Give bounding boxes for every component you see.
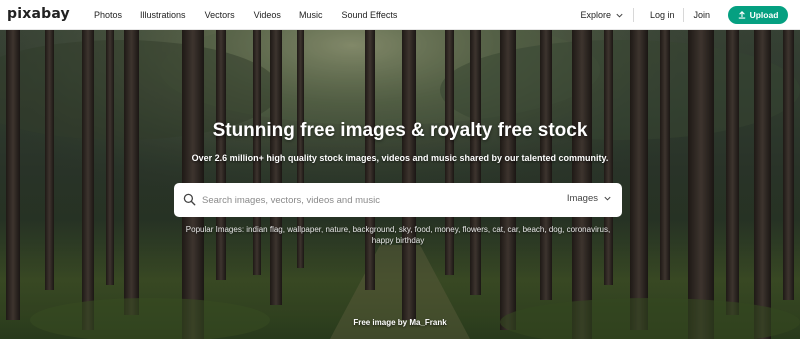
- pixabay-logo[interactable]: pixabay: [7, 6, 70, 22]
- search-input[interactable]: [202, 191, 562, 209]
- search-icon[interactable]: [183, 193, 196, 206]
- nav-vectors[interactable]: Vectors: [205, 10, 235, 20]
- media-type-dropdown[interactable]: Images: [567, 193, 612, 204]
- nav-divider: [683, 8, 685, 22]
- explore-label: Explore: [580, 10, 611, 20]
- media-type-label: Images: [566, 193, 598, 204]
- hero-subtitle: Over 2.6 million+ high quality stock ima…: [191, 153, 609, 163]
- image-credit[interactable]: Free image by Ma_Frank: [0, 318, 800, 327]
- chevron-down-icon: [604, 196, 611, 201]
- chevron-down-icon: [616, 13, 623, 18]
- hero-title: Stunning free images & royalty free stoc…: [212, 120, 588, 141]
- nav-sound-effects[interactable]: Sound Effects: [341, 10, 397, 20]
- explore-menu[interactable]: Explore: [580, 10, 624, 20]
- upload-label: Upload: [749, 10, 779, 20]
- join-link[interactable]: Join: [693, 10, 710, 20]
- nav-videos[interactable]: Videos: [254, 10, 281, 20]
- nav-illustrations[interactable]: Illustrations: [140, 10, 186, 20]
- upload-button[interactable]: Upload: [728, 6, 788, 24]
- login-link[interactable]: Log in: [650, 10, 675, 20]
- nav-music[interactable]: Music: [299, 10, 323, 20]
- main-nav: Photos Illustrations Vectors Videos Musi…: [94, 0, 397, 30]
- account-nav: Explore Log in Join Upload: [580, 0, 788, 30]
- upload-icon: [738, 11, 745, 19]
- popular-searches[interactable]: Popular Images: indian flag, wallpaper, …: [176, 224, 620, 246]
- hero-section: Stunning free images & royalty free stoc…: [0, 30, 800, 339]
- nav-divider: [632, 8, 634, 22]
- search-bar: Images: [174, 183, 622, 217]
- nav-photos[interactable]: Photos: [94, 10, 122, 20]
- top-navigation-bar: pixabay Photos Illustrations Vectors Vid…: [0, 0, 800, 30]
